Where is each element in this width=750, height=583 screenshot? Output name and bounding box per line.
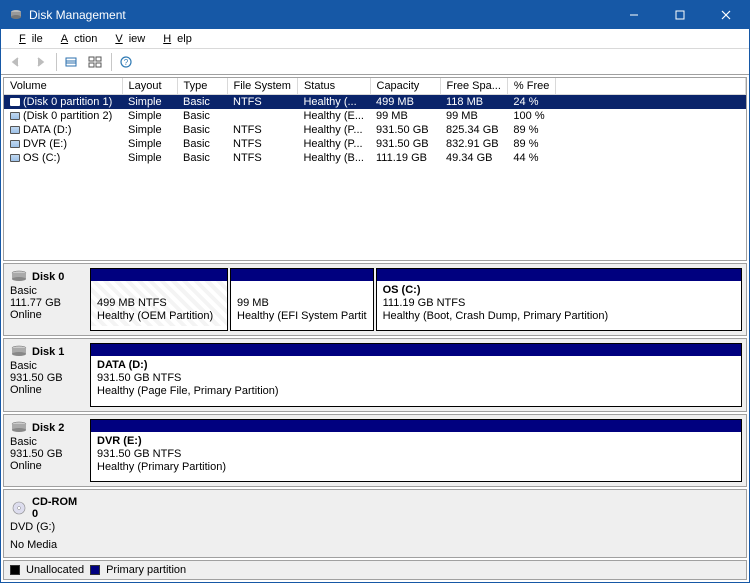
- legend-label-unallocated: Unallocated: [26, 564, 84, 576]
- drive-letter: DVD (G:): [10, 521, 80, 533]
- close-button[interactable]: [703, 1, 749, 29]
- col-volume[interactable]: Volume: [4, 78, 122, 95]
- table-row[interactable]: DVR (E:)SimpleBasicNTFSHealthy (P...931.…: [4, 137, 746, 151]
- disk-size: 931.50 GB: [10, 372, 80, 384]
- column-header-row[interactable]: Volume Layout Type File System Status Ca…: [4, 78, 746, 95]
- app-icon: [9, 8, 23, 22]
- toolbar-separator: [111, 53, 112, 71]
- disk-size: 111.77 GB: [10, 297, 80, 309]
- legend-swatch-unallocated: [10, 565, 20, 575]
- disk-state: Online: [10, 460, 80, 472]
- disk-panel-1[interactable]: Disk 1 Basic 931.50 GB Online DATA (D:)9…: [3, 338, 747, 411]
- svg-text:?: ?: [124, 58, 129, 67]
- app-title: Disk Management: [29, 8, 611, 22]
- partition[interactable]: OS (C:)111.19 GB NTFSHealthy (Boot, Cras…: [376, 268, 742, 331]
- titlebar: Disk Management: [1, 1, 749, 29]
- col-status[interactable]: Status: [297, 78, 370, 95]
- menubar: File Action View Help: [1, 29, 749, 49]
- minimize-button[interactable]: [611, 1, 657, 29]
- volume-icon: [10, 112, 20, 120]
- volume-list[interactable]: Volume Layout Type File System Status Ca…: [3, 77, 747, 261]
- disk-panel-0[interactable]: Disk 0 Basic 111.77 GB Online 499 MB NTF…: [3, 263, 747, 336]
- disk-info: CD-ROM 0 DVD (G:) No Media: [4, 490, 86, 557]
- partition[interactable]: DATA (D:)931.50 GB NTFSHealthy (Page Fil…: [90, 343, 742, 406]
- volume-icon: [10, 140, 20, 148]
- table-row[interactable]: DATA (D:)SimpleBasicNTFSHealthy (P...931…: [4, 123, 746, 137]
- col-freespace[interactable]: Free Spa...: [440, 78, 507, 95]
- disk-type: Basic: [10, 436, 80, 448]
- volume-icon: [10, 154, 20, 162]
- disk-icon: [10, 270, 28, 284]
- window: Disk Management File Action View Help ?: [0, 0, 750, 583]
- disk-size: 931.50 GB: [10, 448, 80, 460]
- nav-forward-button[interactable]: [29, 51, 51, 73]
- partition[interactable]: 499 MB NTFSHealthy (OEM Partition): [90, 268, 228, 331]
- menu-help[interactable]: Help: [151, 31, 198, 47]
- legend-label-primary: Primary partition: [106, 564, 186, 576]
- table-row[interactable]: OS (C:)SimpleBasicNTFSHealthy (B...111.1…: [4, 151, 746, 165]
- disk-info: Disk 1 Basic 931.50 GB Online: [4, 339, 86, 410]
- disk-panel-cdrom[interactable]: CD-ROM 0 DVD (G:) No Media: [3, 489, 747, 558]
- partition[interactable]: 99 MBHealthy (EFI System Partit: [230, 268, 374, 331]
- disk-state: Online: [10, 309, 80, 321]
- partition[interactable]: DVR (E:)931.50 GB NTFSHealthy (Primary P…: [90, 419, 742, 482]
- legend-swatch-primary: [90, 565, 100, 575]
- disk-name: Disk 1: [32, 346, 64, 358]
- col-capacity[interactable]: Capacity: [370, 78, 440, 95]
- col-type[interactable]: Type: [177, 78, 227, 95]
- window-controls: [611, 1, 749, 29]
- disk-type: Basic: [10, 285, 80, 297]
- legend: Unallocated Primary partition: [3, 560, 747, 580]
- menu-file[interactable]: File: [7, 31, 49, 47]
- menu-view[interactable]: View: [103, 31, 151, 47]
- disk-icon: [10, 345, 28, 359]
- volume-icon: [10, 126, 20, 134]
- volume-icon: [10, 98, 20, 106]
- maximize-button[interactable]: [657, 1, 703, 29]
- refresh-button[interactable]: [60, 51, 82, 73]
- disk-icon: [10, 421, 28, 435]
- cdrom-icon: [10, 501, 28, 515]
- disk-graph-area: Disk 0 Basic 111.77 GB Online 499 MB NTF…: [3, 263, 747, 558]
- col-layout[interactable]: Layout: [122, 78, 177, 95]
- menu-action[interactable]: Action: [49, 31, 104, 47]
- disk-state: No Media: [10, 539, 80, 551]
- col-spare[interactable]: [556, 78, 746, 95]
- table-row[interactable]: (Disk 0 partition 2)SimpleBasicHealthy (…: [4, 109, 746, 123]
- disk-type: Basic: [10, 360, 80, 372]
- disk-name: Disk 0: [32, 271, 64, 283]
- disk-panel-2[interactable]: Disk 2 Basic 931.50 GB Online DVR (E:)93…: [3, 414, 747, 487]
- col-filesystem[interactable]: File System: [227, 78, 297, 95]
- disk-state: Online: [10, 384, 80, 396]
- toolbar-separator: [56, 53, 57, 71]
- disk-info: Disk 0 Basic 111.77 GB Online: [4, 264, 86, 335]
- col-pctfree[interactable]: % Free: [507, 78, 555, 95]
- list-view-button[interactable]: [84, 51, 106, 73]
- help-button[interactable]: ?: [115, 51, 137, 73]
- disk-name: Disk 2: [32, 422, 64, 434]
- nav-back-button[interactable]: [5, 51, 27, 73]
- disk-name: CD-ROM 0: [32, 496, 80, 520]
- table-row[interactable]: (Disk 0 partition 1)SimpleBasicNTFSHealt…: [4, 95, 746, 110]
- disk-info: Disk 2 Basic 931.50 GB Online: [4, 415, 86, 486]
- toolbar: ?: [1, 49, 749, 75]
